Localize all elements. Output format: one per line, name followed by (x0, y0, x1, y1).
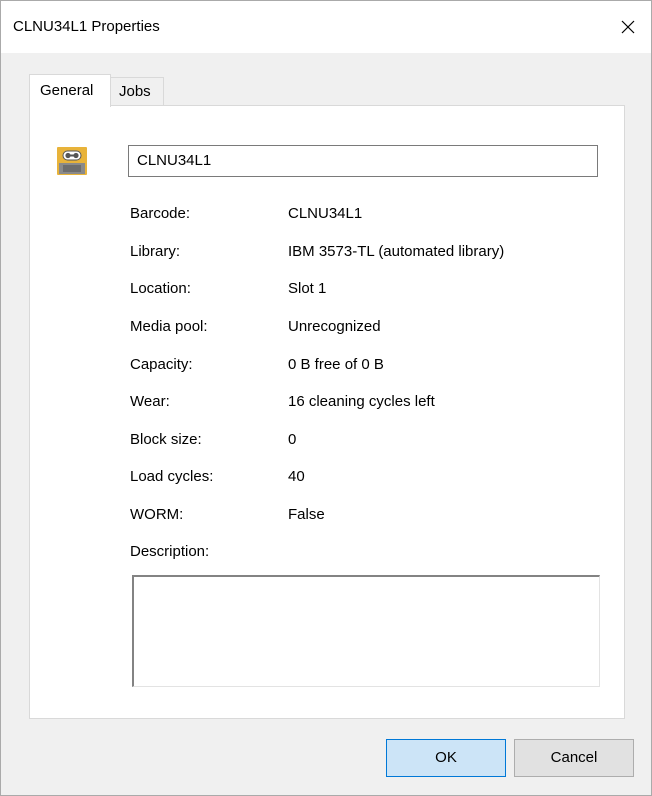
properties-dialog: CLNU34L1 Properties General Jobs CLNU34L… (0, 0, 652, 796)
media-name-field[interactable]: CLNU34L1 (128, 145, 598, 177)
property-row-load-cycles: Load cycles: 40 (130, 468, 610, 488)
media-name-value: CLNU34L1 (137, 152, 212, 169)
tab-general[interactable]: General (29, 74, 111, 107)
location-label: Location: (130, 280, 191, 297)
property-row-capacity: Capacity: 0 B free of 0 B (130, 356, 610, 376)
barcode-label: Barcode: (130, 205, 191, 222)
property-row-media-pool: Media pool: Unrecognized (130, 318, 610, 338)
tab-jobs[interactable]: Jobs (110, 77, 164, 105)
wear-value: 16 cleaning cycles left (288, 393, 435, 410)
tab-general-label: General (40, 82, 94, 99)
block-size-value: 0 (288, 431, 297, 448)
location-value: Slot 1 (288, 280, 327, 297)
worm-label: WORM: (130, 506, 184, 523)
close-button[interactable] (605, 1, 651, 53)
window-title: CLNU34L1 Properties (13, 18, 160, 35)
library-label: Library: (130, 243, 181, 260)
cancel-button[interactable]: Cancel (514, 739, 634, 777)
media-pool-label: Media pool: (130, 318, 208, 335)
load-cycles-label: Load cycles: (130, 468, 214, 485)
close-icon (621, 20, 635, 34)
description-label: Description: (130, 543, 210, 560)
block-size-label: Block size: (130, 431, 202, 448)
capacity-label: Capacity: (130, 356, 193, 373)
barcode-value: CLNU34L1 (288, 205, 363, 222)
property-row-barcode: Barcode: CLNU34L1 (130, 205, 610, 225)
ok-button[interactable]: OK (386, 739, 506, 777)
load-cycles-value: 40 (288, 468, 305, 485)
general-tab-panel: CLNU34L1 Barcode: CLNU34L1 Library: IBM … (29, 105, 625, 719)
property-row-block-size: Block size: 0 (130, 431, 610, 451)
property-row-wear: Wear: 16 cleaning cycles left (130, 393, 610, 413)
library-value: IBM 3573-TL (automated library) (288, 243, 505, 260)
description-textarea[interactable] (132, 575, 600, 687)
property-row-library: Library: IBM 3573-TL (automated library) (130, 243, 610, 263)
title-bar: CLNU34L1 Properties (1, 1, 651, 53)
tab-jobs-label: Jobs (119, 83, 151, 100)
property-row-location: Location: Slot 1 (130, 280, 610, 300)
tape-cartridge-icon (57, 147, 87, 175)
wear-label: Wear: (130, 393, 170, 410)
media-pool-value: Unrecognized (288, 318, 381, 335)
property-row-worm: WORM: False (130, 506, 610, 526)
worm-value: False (288, 506, 325, 523)
capacity-value: 0 B free of 0 B (288, 356, 384, 373)
